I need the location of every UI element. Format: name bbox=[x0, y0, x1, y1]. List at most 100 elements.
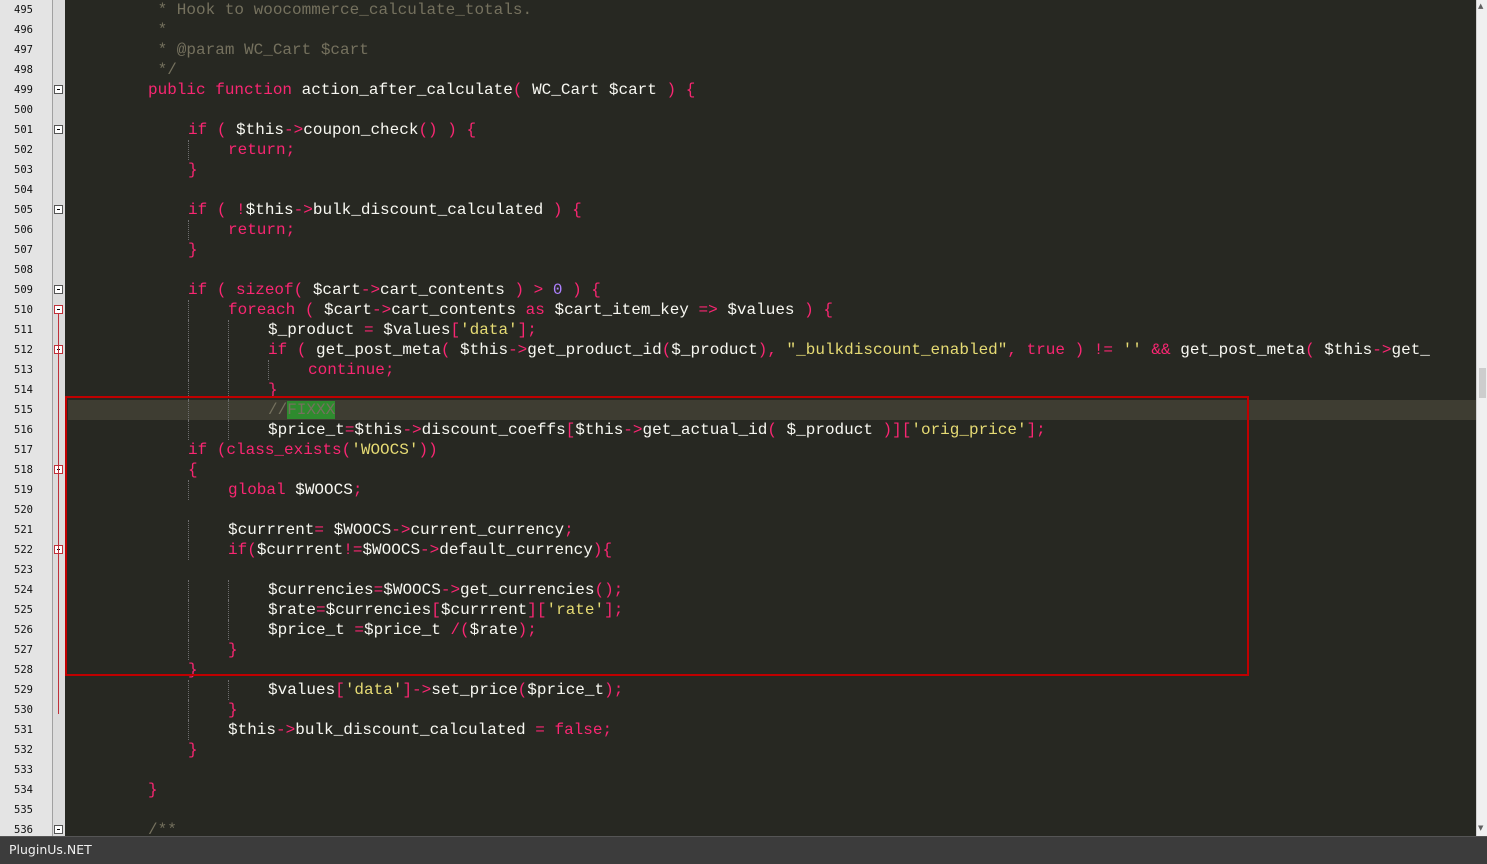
code-line[interactable]: 524 $currencies=$WOOCS->get_currencies(); bbox=[0, 580, 1476, 600]
code-line[interactable]: 496 * bbox=[0, 20, 1476, 40]
fold-toggle-icon[interactable] bbox=[54, 85, 63, 94]
code-token: $currrent bbox=[440, 601, 528, 619]
indent-guide bbox=[188, 700, 189, 720]
code-line[interactable]: 512 if ( get_post_meta( $this->get_produc… bbox=[0, 340, 1476, 360]
code-token: ); bbox=[604, 681, 624, 699]
code-line[interactable]: 509 if ( sizeof( $cart->cart_contents ) >… bbox=[0, 280, 1476, 300]
line-number: 530 bbox=[14, 704, 33, 716]
code-line[interactable]: 528} bbox=[0, 660, 1476, 680]
code-token: = bbox=[535, 721, 555, 739]
code-line[interactable]: 503} bbox=[0, 160, 1476, 180]
code-line[interactable]: 500 bbox=[0, 100, 1476, 120]
indent-guide bbox=[228, 400, 229, 420]
code-token: $currencies bbox=[325, 601, 432, 619]
code-token: -> bbox=[420, 541, 440, 559]
code-token: $this bbox=[354, 421, 403, 439]
code-line[interactable]: 497 * @param WC_Cart $cart bbox=[0, 40, 1476, 60]
code-token: ) { bbox=[562, 281, 601, 299]
code-token: ]; bbox=[1026, 421, 1046, 439]
fold-toggle-icon[interactable] bbox=[54, 285, 63, 294]
code-text: return; bbox=[68, 140, 1476, 160]
code-line[interactable]: 521 $currrent= $WOOCS->current_currency; bbox=[0, 520, 1476, 540]
code-line[interactable]: 516 $price_t=$this->discount_coeffs[$this… bbox=[0, 420, 1476, 440]
code-line[interactable]: 525 $rate=$currencies[$currrent]['rate']; bbox=[0, 600, 1476, 620]
code-token: } bbox=[268, 381, 278, 399]
code-token: , bbox=[1007, 341, 1027, 359]
code-token: ( bbox=[512, 81, 533, 99]
code-token: 'orig_price' bbox=[911, 421, 1027, 439]
scroll-down-icon[interactable]: ▼ bbox=[1478, 824, 1483, 832]
fold-toggle-icon[interactable] bbox=[54, 305, 63, 314]
code-line[interactable]: 523 bbox=[0, 560, 1476, 580]
code-line[interactable]: 517 if (class_exists('WOOCS')) bbox=[0, 440, 1476, 460]
code-token: /** bbox=[148, 821, 177, 836]
fold-toggle-icon[interactable] bbox=[54, 825, 63, 834]
code-text: * bbox=[68, 20, 1476, 40]
code-line[interactable]: 499 public function action_after_calculat… bbox=[0, 80, 1476, 100]
code-line[interactable]: 527} bbox=[0, 640, 1476, 660]
code-line[interactable]: 495 * Hook to woocommerce_calculate_tota… bbox=[0, 0, 1476, 20]
code-line[interactable]: 522 if($currrent!=$WOOCS->default_currenc… bbox=[0, 540, 1476, 560]
vertical-scrollbar[interactable]: ▲ ▼ bbox=[1476, 0, 1487, 836]
code-token: -> bbox=[508, 341, 528, 359]
code-line[interactable]: 514} bbox=[0, 380, 1476, 400]
scroll-up-icon[interactable]: ▲ bbox=[1478, 2, 1483, 10]
line-number: 506 bbox=[14, 224, 33, 236]
code-line[interactable]: 519 global $WOOCS; bbox=[0, 480, 1476, 500]
code-line[interactable]: 508 bbox=[0, 260, 1476, 280]
code-line[interactable]: 533 bbox=[0, 760, 1476, 780]
code-token: = bbox=[344, 421, 355, 439]
code-line[interactable]: 504 bbox=[0, 180, 1476, 200]
code-token: default_currency bbox=[439, 541, 593, 559]
indent-guide bbox=[188, 680, 189, 700]
fold-toggle-icon[interactable] bbox=[54, 125, 63, 134]
code-line[interactable]: 502 return; bbox=[0, 140, 1476, 160]
code-editor[interactable]: 495 * Hook to woocommerce_calculate_tota… bbox=[0, 0, 1476, 836]
code-text: } bbox=[68, 160, 1476, 180]
line-number: 496 bbox=[14, 24, 33, 36]
indent-guide bbox=[228, 600, 229, 620]
code-line[interactable]: 506 return; bbox=[0, 220, 1476, 240]
code-token: ( ! bbox=[216, 201, 246, 219]
code-token: () ) { bbox=[418, 121, 477, 139]
code-text: $values['data']->set_price($price_t); bbox=[68, 680, 1476, 700]
code-token: 'rate' bbox=[546, 601, 605, 619]
code-line[interactable]: 518 { bbox=[0, 460, 1476, 480]
code-text: } bbox=[68, 740, 1476, 760]
indent-guide bbox=[188, 220, 189, 240]
code-token: -> bbox=[284, 121, 304, 139]
code-line[interactable]: 535 bbox=[0, 800, 1476, 820]
code-text: //FIXXX bbox=[68, 400, 1476, 420]
code-token: global bbox=[228, 481, 296, 499]
code-line[interactable]: 513 continue; bbox=[0, 360, 1476, 380]
code-line[interactable]: 534} bbox=[0, 780, 1476, 800]
code-line[interactable]: 532} bbox=[0, 740, 1476, 760]
code-line[interactable]: 498 */ bbox=[0, 60, 1476, 80]
code-line[interactable]: 530} bbox=[0, 700, 1476, 720]
indent-guide bbox=[228, 680, 229, 700]
code-line[interactable]: 529 $values['data']->set_price($price_t); bbox=[0, 680, 1476, 700]
code-line[interactable]: 536 /** bbox=[0, 820, 1476, 836]
code-line[interactable]: 507} bbox=[0, 240, 1476, 260]
code-text: global $WOOCS; bbox=[68, 480, 1476, 500]
fold-toggle-icon[interactable] bbox=[54, 205, 63, 214]
code-token: * Hook to woocommerce_calculate_totals. bbox=[148, 1, 533, 19]
code-token: ); bbox=[517, 621, 537, 639]
code-line[interactable]: 526 $price_t =$price_t /($rate); bbox=[0, 620, 1476, 640]
scrollbar-thumb[interactable] bbox=[1479, 368, 1486, 398]
code-token: -> bbox=[1372, 341, 1392, 359]
code-line[interactable]: 520 bbox=[0, 500, 1476, 520]
code-line[interactable]: 531 $this->bulk_discount_calculated = fal… bbox=[0, 720, 1476, 740]
code-line[interactable]: 511 $_product = $values['data']; bbox=[0, 320, 1476, 340]
code-line[interactable]: 510 foreach ( $cart->cart_contents as $ca… bbox=[0, 300, 1476, 320]
fold-range-line bbox=[58, 314, 59, 714]
line-number: 497 bbox=[14, 44, 33, 56]
code-line[interactable]: 515 //FIXXX bbox=[0, 400, 1476, 420]
code-text: } bbox=[68, 240, 1476, 260]
code-token: ( bbox=[341, 441, 352, 459]
code-line[interactable]: 501 if ( $this->coupon_check() ) { bbox=[0, 120, 1476, 140]
indent-guide bbox=[228, 420, 229, 440]
code-line[interactable]: 505 if ( !$this->bulk_discount_calculated… bbox=[0, 200, 1476, 220]
